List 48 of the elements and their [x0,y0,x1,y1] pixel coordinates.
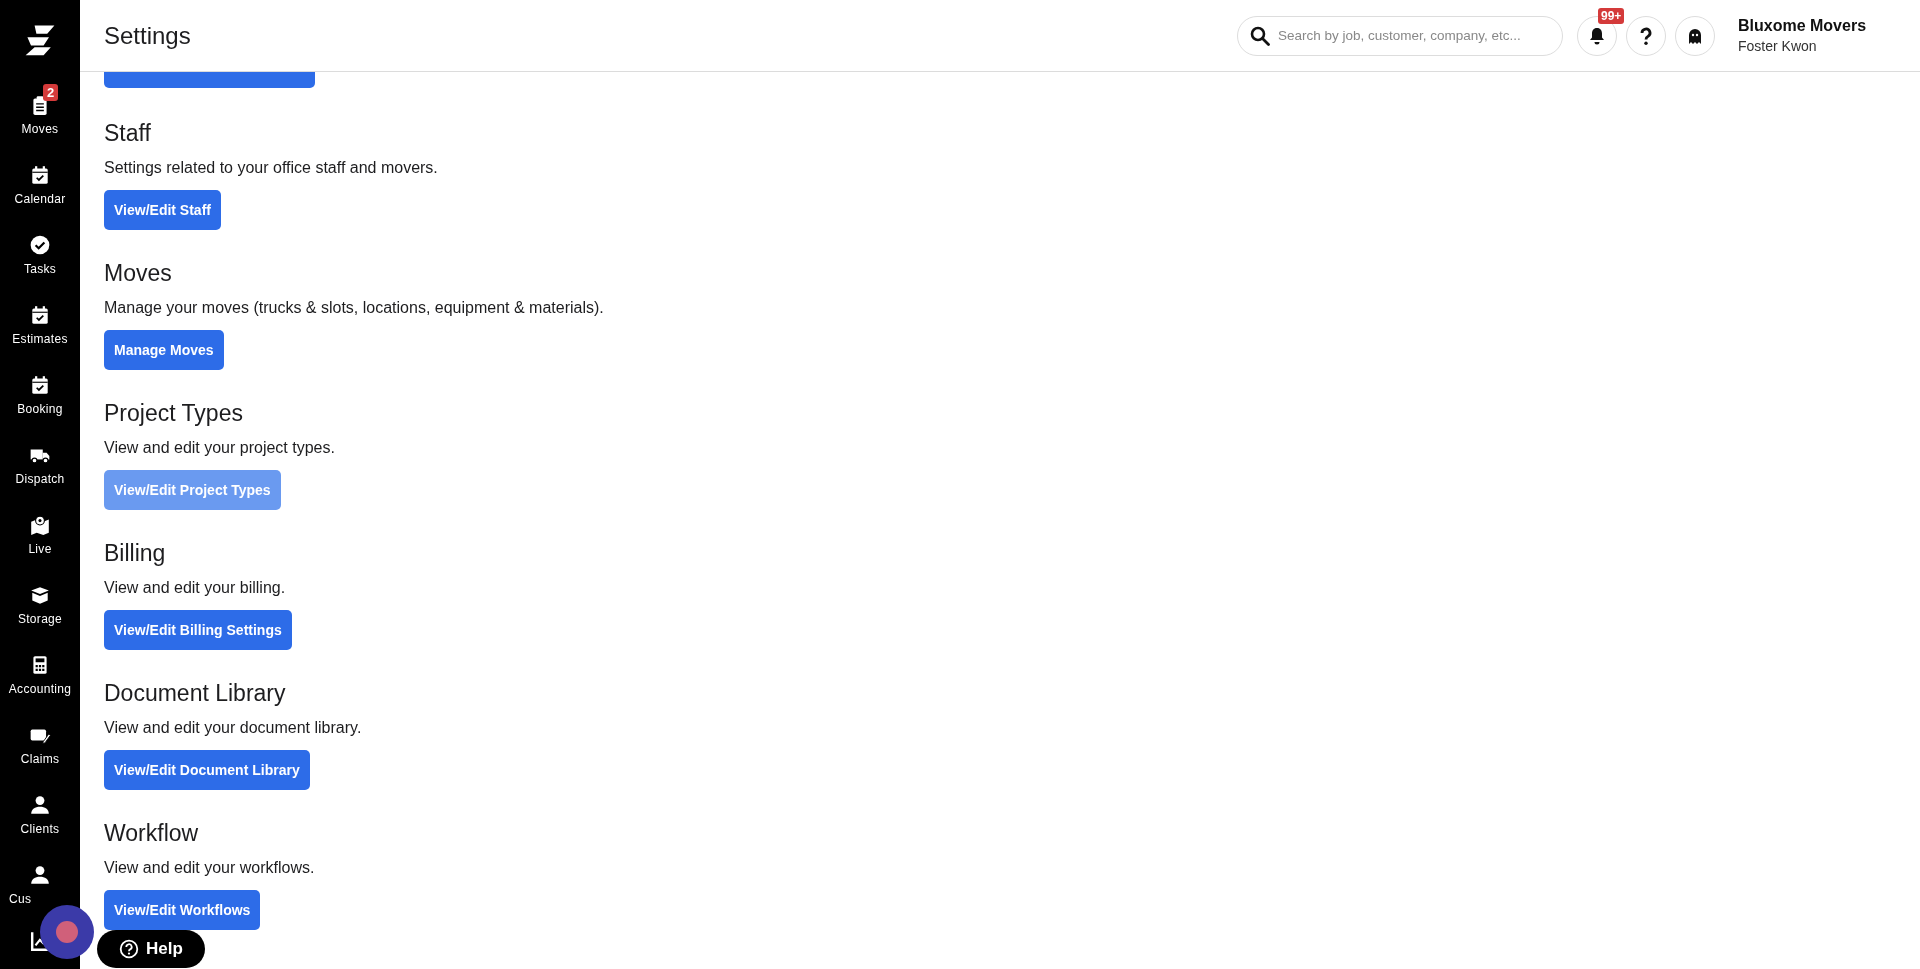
calendar-check-icon[interactable] [29,304,51,326]
section-description: Manage your moves (trucks & slots, locations, equipment & materials). [104,299,605,317]
help-button[interactable]: Help [97,930,205,968]
calendar-check-icon[interactable] [29,164,51,186]
section-title: Billing [104,540,167,567]
box-icon[interactable] [29,584,51,606]
user-name: Foster Kwon [1738,38,1818,54]
nav-label[interactable]: Live [28,542,52,556]
section-title: Moves [104,260,173,287]
nav-label[interactable]: Accounting [8,682,72,696]
section-description: Settings related to your office staff and movers. [104,159,439,177]
section-button[interactable]: View/Edit Staff [104,190,221,230]
section-title: Document Library [104,680,287,707]
section-description: View and edit your project types. [104,439,336,457]
nav-label[interactable]: Estimates [12,332,68,346]
search-input[interactable]: Search by job, customer, company, etc... [1278,28,1544,43]
section-description: View and edit your billing. [104,579,287,597]
section-button[interactable]: View/Edit Billing Settings [104,610,292,650]
person-icon[interactable] [29,864,51,886]
nav-label[interactable]: Claims [20,752,60,766]
nav-label[interactable]: Calendar [14,192,66,206]
nav-label[interactable]: Booking [17,402,63,416]
nav-label[interactable]: Cus [9,892,32,906]
record-dot-icon [56,921,78,943]
section-title: Project Types [104,400,244,427]
person-icon[interactable] [29,794,51,816]
section-description: View and edit your document library. [104,719,363,737]
nav-label[interactable]: Clients [20,822,60,836]
section-button[interactable]: View/Edit Document Library [104,750,310,790]
section-button[interactable]: Manage Moves [104,330,224,370]
section-title: Staff [104,120,152,147]
nav-label[interactable]: Dispatch [15,472,65,486]
section-description: View and edit your workflows. [104,859,316,877]
check-circle-icon[interactable] [29,234,51,256]
bell-icon [1587,25,1607,46]
question-circle-icon [119,939,140,959]
nav-label[interactable]: Tasks [23,262,57,276]
section-button[interactable]: View/Edit Workflows [104,890,261,930]
nav-label[interactable]: Moves [21,122,59,136]
page-title: Settings [104,21,192,50]
count-badge: 2 [43,84,59,101]
nav-label[interactable]: Storage [17,612,63,626]
notification-count: 99+ [1598,7,1625,24]
calendar-check-icon[interactable] [29,374,51,396]
company-name: Bluxome Movers [1738,17,1868,35]
map-pin-icon[interactable] [29,514,51,536]
search-icon [1250,25,1270,46]
section-title: Workflow [104,820,200,847]
